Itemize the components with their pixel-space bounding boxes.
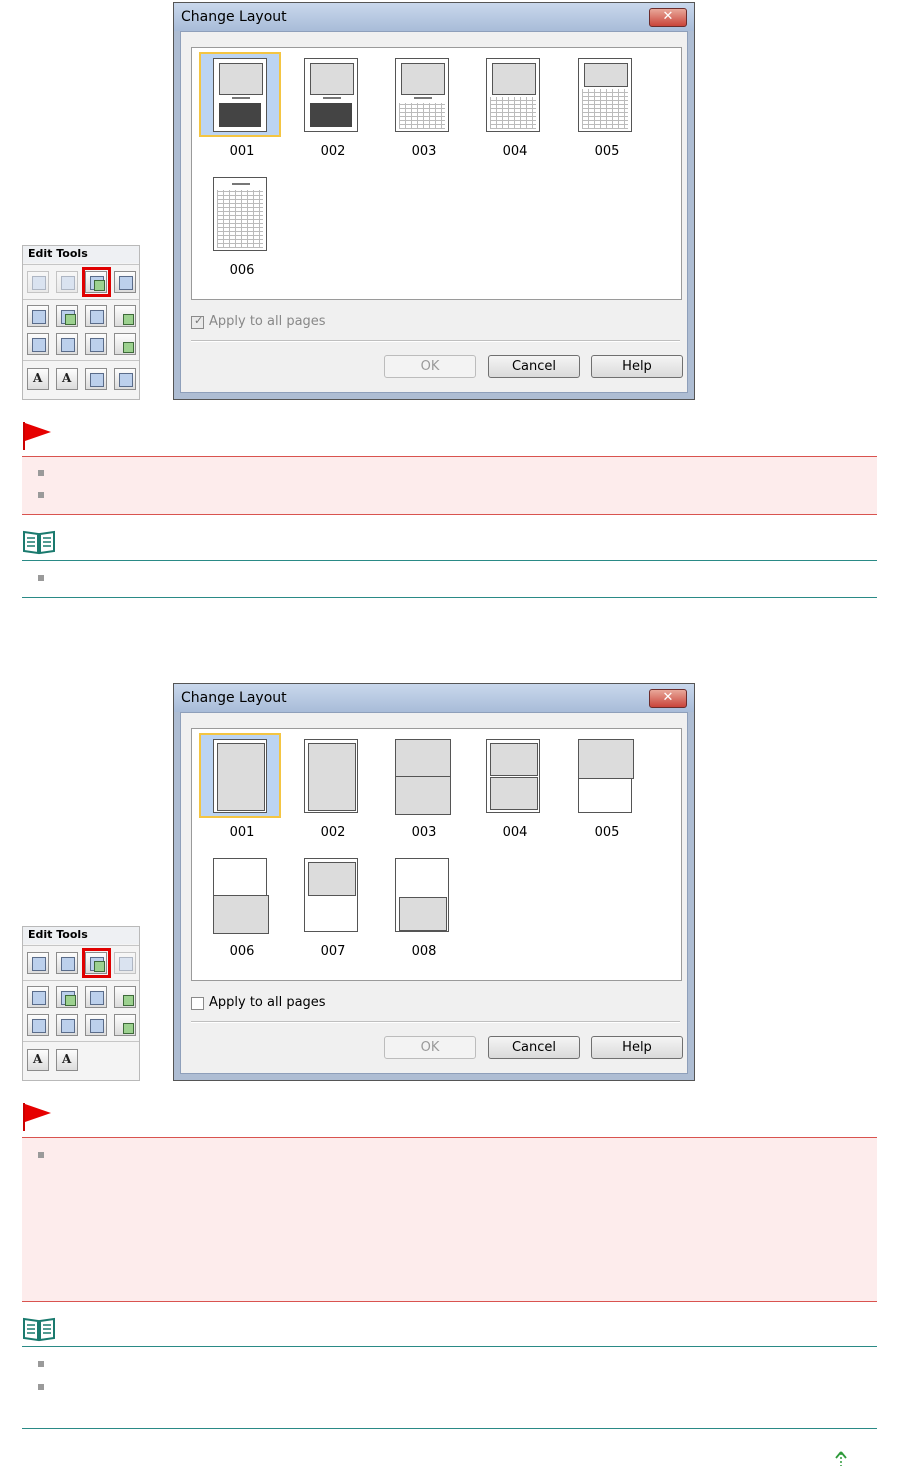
list-bullet xyxy=(38,575,44,581)
palette-title: Edit Tools xyxy=(23,246,139,263)
apply-all-pages-checkbox[interactable]: ✓ xyxy=(191,314,204,329)
add-text-tool-button[interactable]: A xyxy=(27,368,49,390)
dialog-body: 001 002 003 004 005 006 ✓ Apply to all p… xyxy=(180,31,688,393)
apply-all-pages-checkbox[interactable] xyxy=(191,997,204,1010)
image-correct-tool-button[interactable] xyxy=(114,305,136,327)
dialog-divider xyxy=(191,340,680,342)
dialog-body: 001 002 003 004 005 006 007 008 Apply to… xyxy=(180,712,688,1074)
layout-item[interactable]: 004 xyxy=(470,52,554,172)
note-box xyxy=(22,560,877,598)
layout-item[interactable]: 001 xyxy=(197,733,281,853)
help-button[interactable]: Help xyxy=(591,1036,683,1059)
apply-all-pages-label[interactable]: Apply to all pages xyxy=(209,995,326,1010)
layout-list[interactable]: 001 002 003 004 005 006 xyxy=(191,47,682,300)
dialog-titlebar: Change Layout ✕ xyxy=(174,684,694,712)
note-box xyxy=(22,1346,877,1429)
swap-image-tool-button[interactable] xyxy=(56,305,78,327)
apply-all-pages-label: Apply to all pages xyxy=(209,314,326,329)
palette-title: Edit Tools xyxy=(23,927,139,944)
swap-image-tool-button[interactable] xyxy=(56,986,78,1008)
effects-tool-button[interactable] xyxy=(114,333,136,355)
layout-item[interactable]: 008 xyxy=(379,852,463,972)
list-bullet xyxy=(38,1152,44,1158)
change-layout-dialog: Change Layout ✕ 001 002 003 004 005 006 … xyxy=(173,683,695,1081)
edit-text-tool-button[interactable]: A xyxy=(56,1049,78,1071)
select-background-tool-button[interactable] xyxy=(114,952,136,974)
edit-text-tool-button[interactable]: A xyxy=(56,368,78,390)
rotate-left-tool-button[interactable] xyxy=(27,271,49,293)
add-image-tool-button[interactable] xyxy=(27,986,49,1008)
list-bullet xyxy=(38,470,44,476)
image-correct-tool-button[interactable] xyxy=(114,986,136,1008)
layout-item[interactable]: 003 xyxy=(379,733,463,853)
rotate-right-tool-button[interactable] xyxy=(56,952,78,974)
note-book-icon xyxy=(23,530,55,555)
ok-button[interactable]: OK xyxy=(384,355,476,378)
edit-tools-palette: Edit Tools A A xyxy=(22,245,140,400)
dialog-title: Change Layout xyxy=(181,9,287,25)
layout-item[interactable]: 005 xyxy=(562,733,646,853)
select-background-tool-button[interactable] xyxy=(114,271,136,293)
close-icon[interactable]: ✕ xyxy=(649,689,687,708)
list-bullet xyxy=(38,492,44,498)
add-page-tool-button[interactable] xyxy=(85,305,107,327)
layout-item[interactable]: 007 xyxy=(288,852,372,972)
cancel-button[interactable]: Cancel xyxy=(488,355,580,378)
list-bullet xyxy=(38,1384,44,1390)
frame-tool-button[interactable] xyxy=(27,333,49,355)
effects-tool-button[interactable] xyxy=(114,1014,136,1036)
layout-item[interactable]: 006 xyxy=(197,171,281,291)
rotate-left-tool-button[interactable] xyxy=(27,952,49,974)
cancel-button[interactable]: Cancel xyxy=(488,1036,580,1059)
add-text-tool-button[interactable]: A xyxy=(27,1049,49,1071)
crop-tool-button[interactable] xyxy=(56,1014,78,1036)
page-top-arrow-icon[interactable] xyxy=(834,1451,848,1467)
layout-list[interactable]: 001 002 003 004 005 006 xyxy=(191,728,682,981)
important-notice xyxy=(22,1137,877,1302)
rotate-tool-button[interactable] xyxy=(85,333,107,355)
help-button[interactable]: Help xyxy=(591,355,683,378)
change-layout-dialog: Change Layout ✕ 001 002 003 004 005 006 … xyxy=(173,2,695,400)
add-page-tool-button[interactable] xyxy=(85,986,107,1008)
edit-tools-palette: Edit Tools A A xyxy=(22,926,140,1081)
crop-tool-button[interactable] xyxy=(56,333,78,355)
layout-item[interactable]: 002 xyxy=(288,52,372,172)
frame-tool-button[interactable] xyxy=(27,1014,49,1036)
layout-item[interactable]: 006 xyxy=(197,852,281,972)
dialog-title: Change Layout xyxy=(181,690,287,706)
layout-item[interactable]: 003 xyxy=(379,52,463,172)
ok-button[interactable]: OK xyxy=(384,1036,476,1059)
close-icon[interactable]: ✕ xyxy=(649,8,687,27)
layout-item[interactable]: 005 xyxy=(562,52,646,172)
layout-item[interactable]: 002 xyxy=(288,733,372,853)
note-book-icon xyxy=(23,1317,55,1342)
add-image-tool-button[interactable] xyxy=(27,305,49,327)
change-layout-highlight xyxy=(82,948,111,978)
layout-item[interactable]: 004 xyxy=(470,733,554,853)
dialog-titlebar: Change Layout ✕ xyxy=(174,3,694,31)
dialog-divider xyxy=(191,1021,680,1023)
red-flag-icon xyxy=(23,1103,51,1131)
change-layout-highlight xyxy=(82,267,111,297)
rotate-tool-button[interactable] xyxy=(85,1014,107,1036)
rotate-right-tool-button[interactable] xyxy=(56,271,78,293)
important-notice xyxy=(22,456,877,515)
layout-item[interactable]: 001 xyxy=(197,52,281,172)
calendar-settings-tool-button[interactable] xyxy=(114,368,136,390)
list-bullet xyxy=(38,1361,44,1367)
red-flag-icon xyxy=(23,422,51,450)
date-settings-tool-button[interactable] xyxy=(85,368,107,390)
